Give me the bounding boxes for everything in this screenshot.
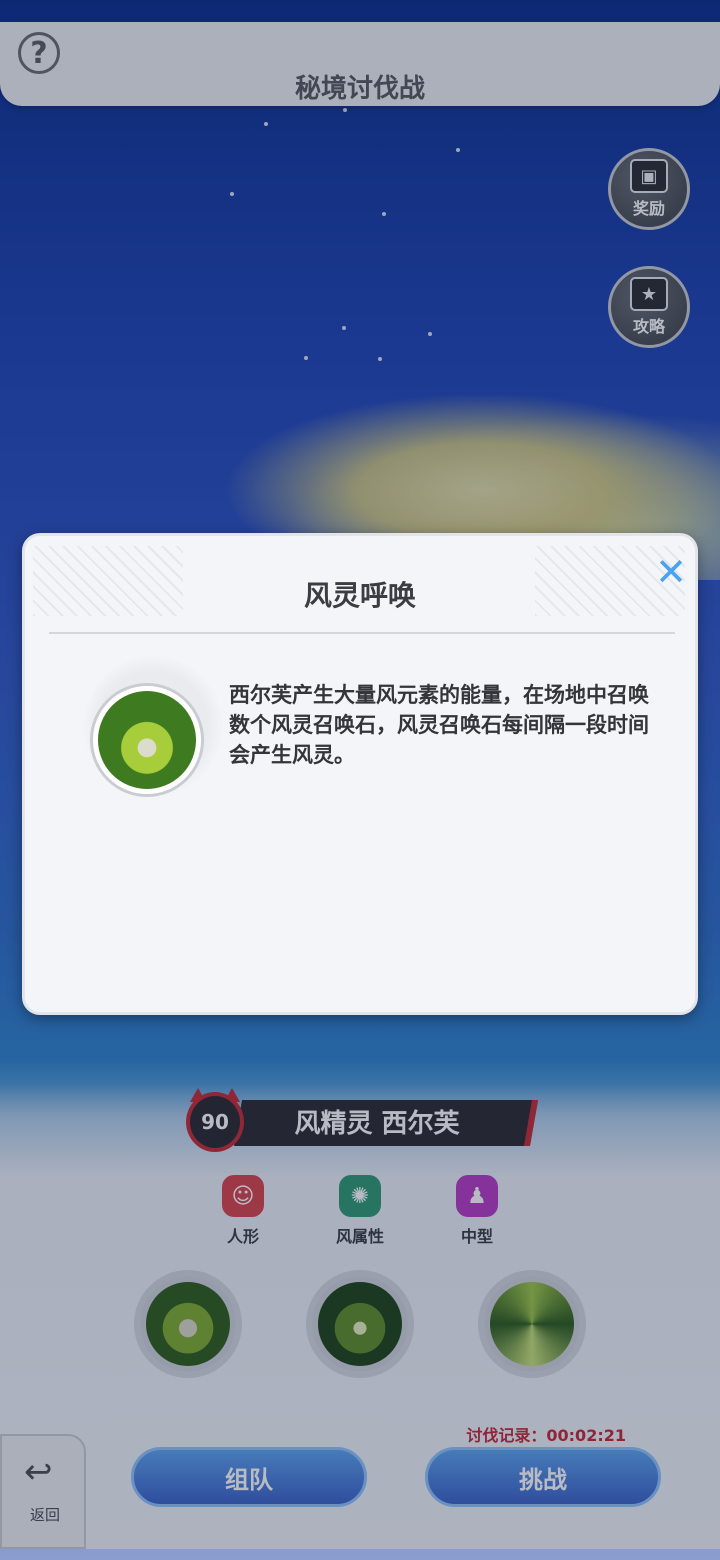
wind-summon-skill-icon: [93, 686, 201, 794]
skill-detail-modal: 风灵呼唤 ✕ 西尔芙产生大量风元素的能量，在场地中召唤数个风灵召唤石，风灵召唤石…: [22, 533, 698, 1015]
close-icon[interactable]: ✕: [651, 552, 691, 592]
divider: [49, 632, 675, 634]
skill-description: 西尔芙产生大量风元素的能量，在场地中召唤数个风灵召唤石，风灵召唤石每间隔一段时间…: [229, 683, 649, 767]
modal-title: 风灵呼唤: [303, 579, 416, 612]
